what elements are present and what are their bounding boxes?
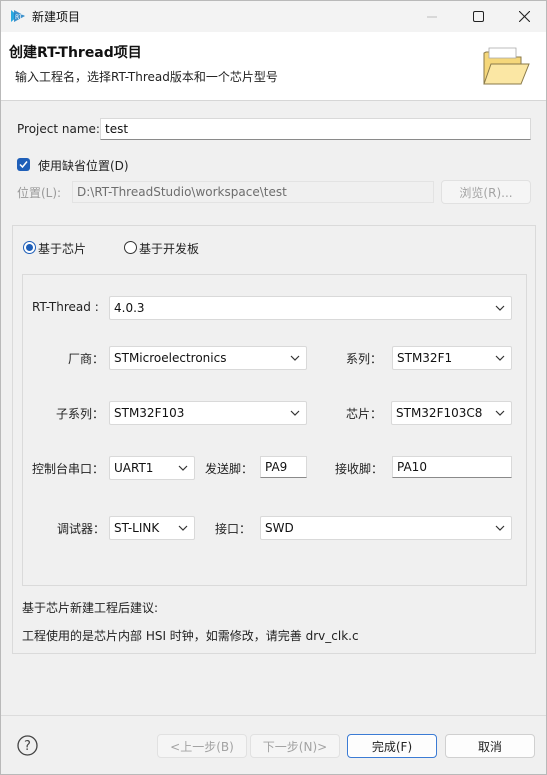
svg-text:?: ? [24, 739, 31, 754]
chevron-down-icon [495, 305, 505, 311]
browse-button[interactable]: 浏览(R)... [441, 180, 531, 204]
wizard-title: 创建RT-Thread项目 [9, 45, 142, 61]
mode-board-radio[interactable] [124, 241, 137, 254]
interface-label: 接口： [215, 522, 252, 536]
interface-select[interactable]: SWD [260, 516, 512, 540]
console-uart-select[interactable]: UART1 [109, 456, 195, 480]
subseries-value: STM32F103 [114, 406, 185, 420]
rx-pin-label: 接收脚： [335, 462, 384, 476]
chip-label: 芯片： [346, 407, 383, 421]
advice-text: 工程使用的是芯片内部 HSI 时钟，如需修改，请完善 drv_clk.c [22, 629, 359, 643]
wizard-header: 创建RT-Thread项目 输入工程名，选择RT-Thread版本和一个芯片型号 [1, 32, 546, 101]
vendor-value: STMicroelectronics [114, 351, 227, 365]
rtthread-version-value: 4.0.3 [114, 301, 145, 315]
wizard-description: 输入工程名，选择RT-Thread版本和一个芯片型号 [15, 70, 278, 84]
chevron-down-icon [178, 525, 188, 531]
maximize-icon [472, 11, 484, 22]
vendor-select[interactable]: STMicroelectronics [109, 346, 307, 370]
chevron-down-icon [290, 410, 300, 416]
rtthread-version-label: RT-Thread : [32, 300, 99, 314]
chip-value: STM32F103C8 [396, 406, 483, 420]
mode-board-label: 基于开发板 [139, 242, 200, 256]
minimize-icon [427, 16, 437, 17]
chevron-down-icon [495, 525, 505, 531]
rx-pin-input[interactable]: PA10 [392, 456, 512, 478]
series-value: STM32F1 [397, 351, 453, 365]
chip-select[interactable]: STM32F103C8 [391, 401, 512, 425]
rtthread-version-select[interactable]: 4.0.3 [109, 296, 512, 320]
open-folder-icon [483, 47, 530, 85]
debugger-select[interactable]: ST-LINK [109, 516, 195, 540]
vendor-label: 厂商： [68, 352, 105, 366]
chevron-down-icon [290, 355, 300, 361]
next-button[interactable]: 下一步(N)> [250, 734, 340, 758]
checkmark-icon [19, 161, 28, 169]
location-label: 位置(L): [17, 186, 62, 200]
minimize-button[interactable] [409, 1, 455, 32]
footer-divider [1, 715, 546, 716]
use-default-location-label: 使用缺省位置(D) [38, 159, 129, 173]
close-button[interactable] [501, 1, 547, 32]
console-uart-value: UART1 [114, 461, 154, 475]
back-button[interactable]: <上一步(B) [157, 734, 247, 758]
interface-value: SWD [265, 521, 294, 535]
subseries-select[interactable]: STM32F103 [109, 401, 307, 425]
help-icon[interactable]: ? [17, 735, 38, 756]
chevron-down-icon [178, 465, 188, 471]
debugger-value: ST-LINK [114, 521, 160, 535]
location-input[interactable]: D:\RT-ThreadStudio\workspace\test [72, 181, 434, 203]
tx-pin-input[interactable]: PA9 [260, 456, 307, 478]
series-label: 系列： [346, 352, 383, 366]
project-name-input[interactable]: test [100, 118, 531, 140]
window-title: 新建项目 [32, 10, 81, 24]
console-uart-label: 控制台串口： [32, 462, 105, 476]
chevron-down-icon [495, 410, 505, 416]
svg-text:RT: RT [15, 14, 23, 21]
subseries-label: 子系列： [56, 407, 105, 421]
tx-pin-label: 发送脚： [205, 462, 254, 476]
use-default-location-checkbox[interactable] [17, 158, 30, 171]
chevron-down-icon [495, 355, 505, 361]
new-project-dialog: RT 新建项目 创建RT-Thread项目 输入工程名，选择RT-Thread版… [0, 0, 547, 775]
close-icon [518, 11, 530, 22]
project-name-label: Project name: [17, 122, 100, 136]
mode-chip-radio[interactable] [23, 241, 36, 254]
title-bar[interactable]: RT 新建项目 [1, 1, 546, 32]
mode-chip-label: 基于芯片 [38, 242, 87, 256]
cancel-button[interactable]: 取消 [445, 734, 535, 758]
series-select[interactable]: STM32F1 [392, 346, 512, 370]
finish-button[interactable]: 完成(F) [347, 734, 437, 758]
debugger-label: 调试器： [57, 522, 106, 536]
rt-thread-studio-icon: RT [11, 10, 25, 22]
maximize-button[interactable] [455, 1, 501, 32]
advice-title: 基于芯片新建工程后建议: [22, 601, 159, 615]
